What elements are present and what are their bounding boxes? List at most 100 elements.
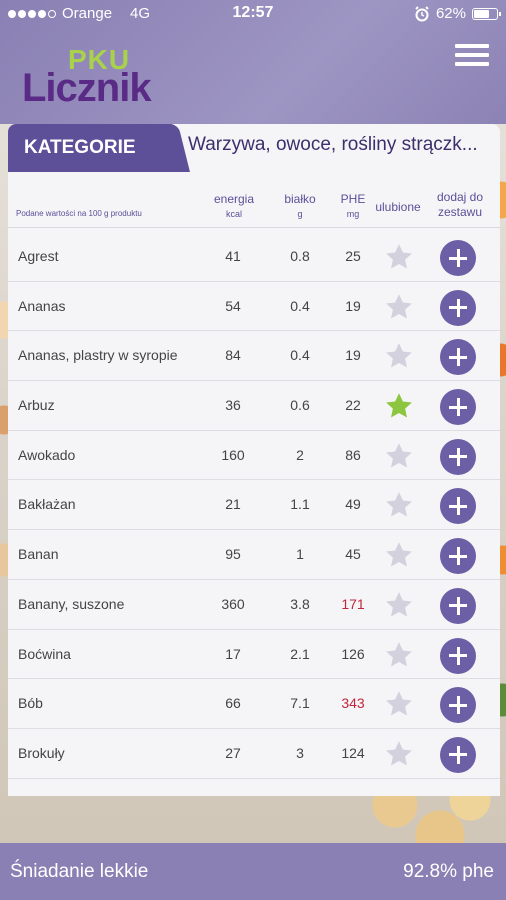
product-phe: 25 <box>345 248 361 264</box>
column-add-label-1: dodaj do <box>436 190 484 204</box>
favorite-star-icon[interactable] <box>384 540 414 570</box>
product-row[interactable]: Banany, suszone 360 3.8 171 <box>8 580 500 630</box>
product-protein: 2.1 <box>290 645 310 662</box>
favorite-star-icon[interactable] <box>384 689 414 719</box>
favorite-star-icon[interactable] <box>384 242 414 272</box>
product-phe: 126 <box>341 645 365 662</box>
column-phe-unit: mg <box>346 209 360 219</box>
product-energy: 95 <box>225 546 241 563</box>
category-title[interactable]: Warzywa, owoce, rośliny strączk... <box>188 134 488 164</box>
product-energy: 27 <box>225 744 241 761</box>
status-bar: Orange 4G 12:57 62% <box>0 0 506 28</box>
column-energy-label: energia <box>213 192 255 206</box>
product-protein: 2 <box>296 446 304 463</box>
product-protein: 0.4 <box>290 347 310 364</box>
logo-licznik-text: Licznik <box>22 66 152 110</box>
column-energy-unit: kcal <box>225 209 242 219</box>
product-name: Awokado <box>18 446 76 463</box>
product-phe: 19 <box>345 347 361 364</box>
product-protein: 1.1 <box>290 496 310 513</box>
product-name: Ananas, plastry w syropie <box>18 347 178 364</box>
column-energy: energia kcal <box>206 192 262 222</box>
table-note: Podane wartości na 100 g produktu <box>16 209 142 218</box>
product-energy: 54 <box>225 297 241 314</box>
product-protein: 0.8 <box>290 248 310 264</box>
add-to-set-button[interactable] <box>440 438 476 475</box>
add-to-set-button[interactable] <box>440 389 476 426</box>
hamburger-menu-icon[interactable] <box>455 44 489 74</box>
product-phe: 86 <box>345 446 361 463</box>
product-row[interactable]: Arbuz 36 0.6 22 <box>8 381 500 431</box>
product-list: Agrest 41 0.8 25 Ananas 54 0.4 19 Ananas, plastr… <box>8 232 500 779</box>
column-protein-label: białko <box>284 192 316 206</box>
add-to-set-button[interactable] <box>440 488 476 525</box>
alarm-icon <box>415 5 429 21</box>
product-panel: KATEGORIE Warzywa, owoce, rośliny strącz… <box>8 124 500 796</box>
product-row[interactable]: Brokuły 27 3 124 <box>8 729 500 779</box>
column-favorite: ulubione <box>370 200 426 215</box>
favorite-star-icon[interactable] <box>384 441 414 471</box>
product-phe: 171 <box>341 595 365 612</box>
product-phe: 22 <box>345 397 361 414</box>
product-row[interactable]: Banan 95 1 45 <box>8 530 500 580</box>
column-phe-label: PHE <box>340 192 366 206</box>
product-energy: 66 <box>225 695 241 712</box>
tab-kategorie-label: KATEGORIE <box>24 137 136 158</box>
product-protein: 0.6 <box>290 397 310 414</box>
add-to-set-button[interactable] <box>440 637 476 674</box>
product-row[interactable]: Bób 66 7.1 343 <box>8 679 500 729</box>
product-name: Banan <box>18 546 59 563</box>
product-energy: 36 <box>225 397 241 414</box>
product-row[interactable]: Boćwina 17 2.1 126 <box>8 630 500 680</box>
product-name: Ananas <box>18 297 66 314</box>
add-to-set-button[interactable] <box>440 736 476 773</box>
column-add: dodaj do zestawu <box>428 190 492 220</box>
favorite-star-icon[interactable] <box>384 341 414 371</box>
meal-name: Śniadanie lekkie <box>10 861 149 882</box>
tab-kategorie[interactable]: KATEGORIE <box>8 124 172 172</box>
product-name: Arbuz <box>18 397 55 414</box>
favorite-star-icon[interactable] <box>384 739 414 769</box>
add-to-set-button[interactable] <box>440 240 476 276</box>
product-name: Bób <box>18 695 43 712</box>
product-name: Brokuły <box>18 744 65 761</box>
product-row[interactable]: Awokado 160 2 86 <box>8 431 500 481</box>
add-to-set-button[interactable] <box>440 339 476 376</box>
product-name: Agrest <box>18 248 59 264</box>
product-protein: 3 <box>296 744 304 761</box>
product-name: Bakłażan <box>18 496 76 513</box>
product-phe: 45 <box>345 546 361 563</box>
favorite-star-icon[interactable] <box>384 490 414 520</box>
battery-icon <box>472 7 501 20</box>
product-row[interactable]: Bakłażan 21 1.1 49 <box>8 480 500 531</box>
column-phe: PHE mg <box>333 192 373 222</box>
product-energy: 17 <box>225 645 241 662</box>
product-row[interactable]: Ananas 54 0.4 19 <box>8 282 500 332</box>
column-protein: białko g <box>276 192 324 222</box>
product-energy: 160 <box>221 446 245 463</box>
add-to-set-button[interactable] <box>440 289 476 326</box>
product-energy: 84 <box>225 347 241 364</box>
favorite-star-icon[interactable] <box>384 640 414 670</box>
product-row[interactable]: Ananas, plastry w syropie 84 0.4 19 <box>8 331 500 382</box>
add-to-set-button[interactable] <box>440 587 476 624</box>
product-name: Banany, suszone <box>18 595 125 612</box>
column-add-label-2: zestawu <box>437 205 483 219</box>
product-energy: 21 <box>225 496 241 513</box>
column-favorite-label: ulubione <box>375 200 421 214</box>
favorite-star-icon[interactable] <box>384 292 414 322</box>
product-row[interactable]: Agrest 41 0.8 25 <box>8 232 500 282</box>
add-to-set-button[interactable] <box>440 687 476 724</box>
product-protein: 1 <box>296 546 304 563</box>
favorite-star-icon[interactable] <box>384 391 414 421</box>
table-header: Podane wartości na 100 g produktu energi… <box>8 172 500 228</box>
column-protein-unit: g <box>297 209 303 219</box>
add-to-set-button[interactable] <box>440 538 476 575</box>
app-logo: PKU Licznik <box>22 44 162 110</box>
meal-bar[interactable]: Śniadanie lekkie 92.8% phe <box>0 843 506 900</box>
product-phe: 124 <box>341 744 365 761</box>
battery-fill <box>474 9 489 18</box>
product-protein: 3.8 <box>290 595 310 612</box>
meal-phe-percent: 92.8% phe <box>403 861 494 882</box>
favorite-star-icon[interactable] <box>384 590 414 620</box>
